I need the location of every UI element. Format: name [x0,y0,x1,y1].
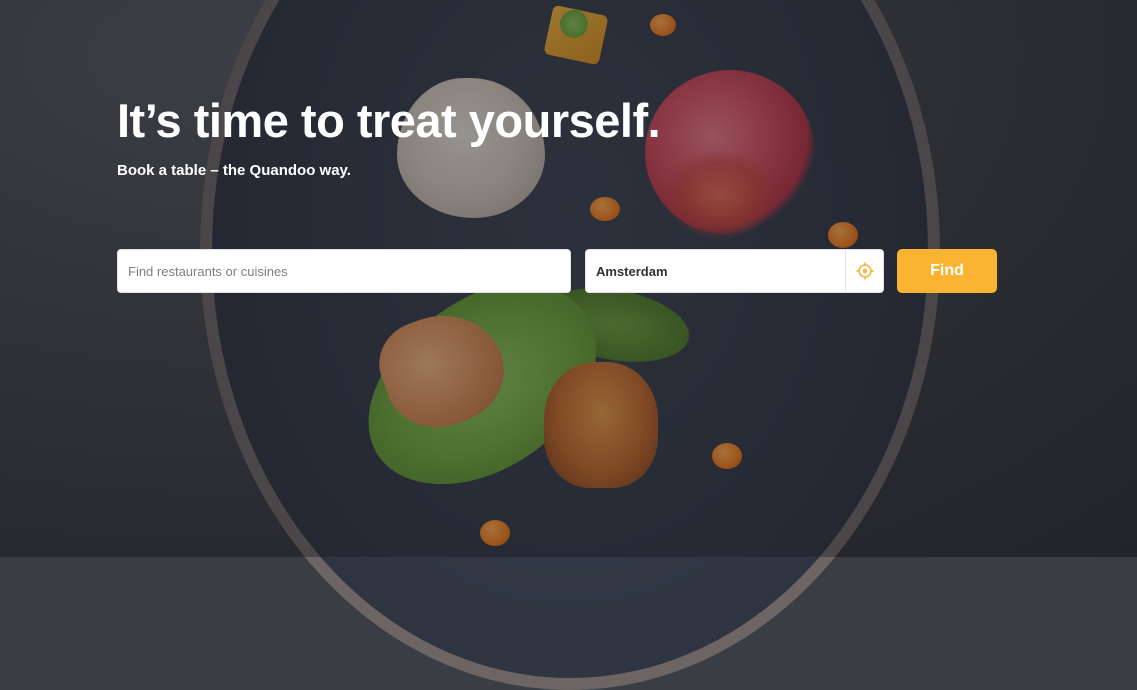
find-button[interactable]: Find [897,249,997,293]
location-input[interactable] [586,250,845,292]
location-field[interactable] [585,249,884,293]
crosshair-location-icon [856,262,873,280]
restaurant-search-input[interactable] [118,250,570,292]
hero-subheadline: Book a table – the Quandoo way. [117,162,351,179]
hero-headline: It’s time to treat yourself. [117,94,661,147]
locate-me-button[interactable] [845,250,883,292]
restaurant-search-field[interactable] [117,249,571,293]
